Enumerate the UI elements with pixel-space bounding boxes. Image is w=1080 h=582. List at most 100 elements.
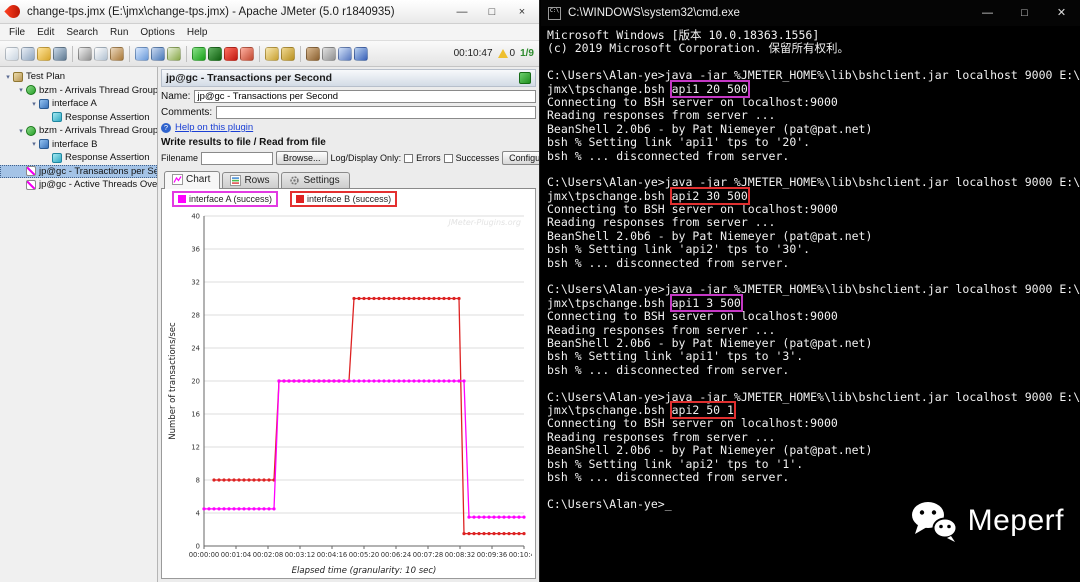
- browse-button[interactable]: Browse...: [276, 151, 328, 165]
- terminal-line: bsh % Setting link 'api1' tps to '3'.: [547, 350, 1080, 363]
- stop-icon[interactable]: [224, 46, 238, 61]
- tree-item-bzm-arrivals-thread-group-b[interactable]: ▾ bzm - Arrivals Thread Group-B: [0, 124, 157, 138]
- tree-item-jp-gc-active-threads-over-time[interactable]: jp@gc - Active Threads Over Time: [0, 178, 157, 192]
- tree-item-interface-a[interactable]: ▾ interface A: [0, 97, 157, 111]
- tree-toggle-icon[interactable]: ▾: [29, 100, 39, 108]
- terminal-text: Reading responses from server ...: [547, 108, 776, 123]
- terminal-text: jmx\tpschange.bsh: [547, 188, 672, 203]
- terminal-line: Reading responses from server ...: [547, 323, 1080, 337]
- help-icon[interactable]: [354, 46, 368, 61]
- shutdown-icon[interactable]: [240, 46, 254, 61]
- expand-all-icon[interactable]: [135, 46, 149, 61]
- listener-panel: jp@gc - Transactions per Second Name: Co…: [158, 67, 539, 582]
- svg-text:16: 16: [191, 410, 200, 418]
- tree-item-jp-gc-transactions-per-second[interactable]: jp@gc - Transactions per Second: [0, 164, 157, 178]
- annotation-box-red: api2 30 500: [669, 186, 750, 205]
- cmd-icon: C:\: [548, 6, 561, 20]
- log-display-label: Log/Display Only:: [330, 153, 402, 163]
- jmeter-menubar: File Edit Search Run Options Help: [0, 24, 539, 41]
- menu-help[interactable]: Help: [181, 26, 214, 39]
- clear-all-icon[interactable]: [281, 46, 295, 61]
- search-reset-icon[interactable]: [322, 46, 336, 61]
- configure-button[interactable]: Configure: [502, 151, 539, 165]
- cut-icon[interactable]: [78, 46, 92, 61]
- chart-panel: interface A (success) interface B (succes…: [161, 189, 536, 579]
- tab-settings[interactable]: Settings: [281, 172, 350, 188]
- terminal-line: (c) 2019 Microsoft Corporation. 保留所有权利。: [547, 42, 1080, 55]
- filename-input[interactable]: [201, 151, 274, 165]
- terminal-line: Reading responses from server ...: [547, 109, 1080, 122]
- maximize-icon[interactable]: □: [477, 1, 507, 23]
- jmeter-toolbar: 00:10:47 0 1/9: [0, 41, 539, 67]
- cmd-window: C:\ C:\WINDOWS\system32\cmd.exe — □ ✕ Mi…: [541, 0, 1080, 582]
- templates-icon[interactable]: [21, 46, 35, 61]
- tree-item-test-plan[interactable]: ▾ Test Plan: [0, 70, 157, 84]
- toggle-icon[interactable]: [167, 46, 181, 61]
- jmeter-logo-icon: [4, 2, 23, 21]
- annotation-box-magenta: api1 3 500: [669, 293, 743, 312]
- paste-icon[interactable]: [110, 46, 124, 61]
- start-icon[interactable]: [192, 46, 206, 61]
- tree-toggle-icon[interactable]: ▾: [3, 73, 13, 81]
- tree-toggle-icon[interactable]: ▾: [29, 140, 39, 148]
- comments-input[interactable]: [216, 106, 536, 119]
- terminal-line: jmx\tpschange.bsh api1 3 500: [547, 293, 1080, 312]
- legend-label: interface A (success): [189, 194, 273, 204]
- terminal-text: Connecting to BSH server on localhost:90…: [547, 309, 838, 324]
- toolbar-separator: [129, 45, 130, 62]
- new-file-icon[interactable]: [5, 46, 19, 61]
- copy-icon[interactable]: [94, 46, 108, 61]
- terminal-line: C:\Users\Alan-ye>java -jar %JMETER_HOME%…: [547, 390, 1080, 404]
- thread-group-icon: [26, 85, 36, 96]
- save-icon[interactable]: [53, 46, 67, 61]
- terminal-text: bsh % ... disconnected from server.: [547, 469, 790, 484]
- tree-item-interface-b[interactable]: ▾ interface B: [0, 138, 157, 152]
- terminal-text: C:\Users\Alan-ye>java -jar %JMETER_HOME%…: [547, 282, 1080, 297]
- errors-checkbox[interactable]: [404, 153, 414, 163]
- function-helper-icon[interactable]: [338, 46, 352, 61]
- clear-icon[interactable]: [265, 46, 279, 61]
- toolbar-separator: [186, 45, 187, 62]
- terminal-line: jmx\tpschange.bsh api2 50 1: [547, 400, 1080, 419]
- tree-toggle-icon[interactable]: ▾: [16, 86, 26, 94]
- successes-checkbox[interactable]: [443, 153, 453, 163]
- terminal-line: Reading responses from server ...: [547, 429, 1080, 444]
- menu-file[interactable]: File: [3, 26, 31, 39]
- start-no-pauses-icon[interactable]: [208, 46, 222, 61]
- terminal-text: bsh % ... disconnected from server.: [547, 255, 790, 270]
- svg-text:00:06:24: 00:06:24: [380, 551, 411, 559]
- detach-panel-icon[interactable]: [519, 72, 531, 84]
- tree-item-label: Response Assertion: [65, 152, 150, 164]
- terminal-line: Connecting to BSH server on localhost:90…: [547, 94, 1080, 109]
- minimize-icon[interactable]: —: [447, 1, 477, 23]
- brand-watermark: Meperf: [910, 500, 1064, 542]
- name-input[interactable]: [194, 90, 536, 103]
- terminal-text: Reading responses from server ...: [547, 429, 776, 444]
- jmeter-window: change-tps.jmx (E:\jmx\change-tps.jmx) -…: [0, 0, 540, 582]
- tree-item-bzm-arrivals-thread-group-a[interactable]: ▾ bzm - Arrivals Thread Group-A: [0, 84, 157, 98]
- collapse-all-icon[interactable]: [151, 46, 165, 61]
- warning-indicator[interactable]: 0: [497, 48, 515, 59]
- terminal-text: Connecting to BSH server on localhost:90…: [547, 94, 838, 109]
- tab-chart[interactable]: Chart: [164, 171, 221, 189]
- tree-toggle-icon[interactable]: ▾: [16, 127, 26, 135]
- maximize-icon[interactable]: □: [1006, 0, 1043, 26]
- tree-item-response-assertion[interactable]: Response Assertion: [0, 111, 157, 125]
- search-icon[interactable]: [306, 46, 320, 61]
- terminal-text: C:\Users\Alan-ye>java -jar %JMETER_HOME%…: [547, 68, 1080, 83]
- tree-item-response-assertion[interactable]: Response Assertion: [0, 151, 157, 165]
- terminal-line: bsh % ... disconnected from server.: [547, 255, 1080, 270]
- menu-run[interactable]: Run: [104, 26, 134, 39]
- open-file-icon[interactable]: [37, 46, 51, 61]
- minimize-icon[interactable]: —: [969, 0, 1006, 26]
- menu-search[interactable]: Search: [60, 26, 104, 39]
- tab-rows[interactable]: Rows: [222, 172, 280, 188]
- rows-tab-icon: [230, 175, 242, 186]
- help-plugin-link[interactable]: Help on this plugin: [175, 122, 253, 133]
- close-icon[interactable]: ×: [507, 1, 537, 23]
- menu-edit[interactable]: Edit: [31, 26, 60, 39]
- close-icon[interactable]: ✕: [1043, 0, 1080, 26]
- svg-text:00:05:20: 00:05:20: [348, 551, 379, 559]
- legend-item: interface A (success): [171, 191, 279, 207]
- menu-options[interactable]: Options: [134, 26, 180, 39]
